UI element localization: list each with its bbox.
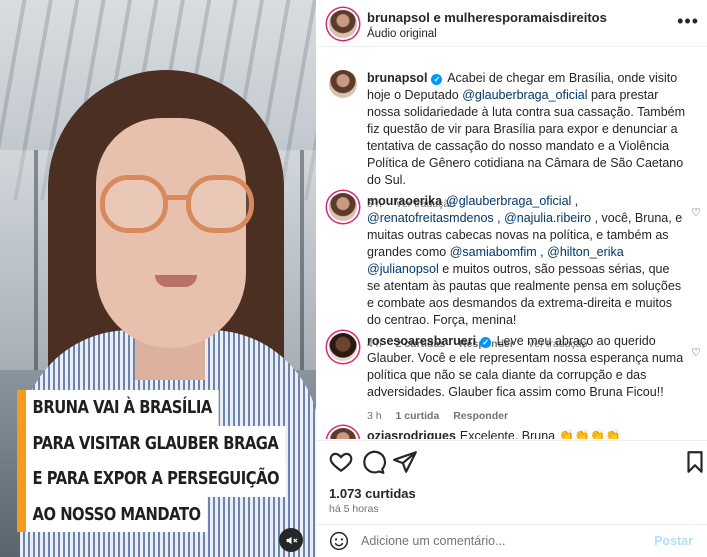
heart-icon[interactable] [328,449,354,475]
comment-text-segment: Excelente, Bruna 👏👏👏👏 [459,429,621,439]
emoji-icon[interactable] [329,531,349,551]
audio-label[interactable]: Áudio original [367,27,607,42]
comment-mention[interactable]: @glauberbraga_oficial [446,194,571,208]
comment-username[interactable]: mouraoerika [367,194,442,208]
post-actions: 1.073 curtidas há 5 horas [316,440,707,524]
likes-count[interactable]: 1.073 curtidas [329,486,416,501]
comment-mention[interactable]: @hilton_erika [547,245,624,259]
more-options-icon: ••• [677,11,699,31]
comment-text-segment: , [493,211,505,225]
speaker-face [96,118,246,348]
caption-mention[interactable]: @glauberbraga_oficial [462,88,587,102]
caption-line: E PARA EXPOR A PERSEGUIÇÃO [26,461,286,497]
heart-icon: ♡ [691,207,701,219]
mute-button[interactable] [279,528,303,552]
avatar[interactable] [329,10,357,38]
verified-badge-icon: ✓ [480,337,492,348]
comment-time: 3 h [367,410,382,422]
comment-username[interactable]: rosesoaresbarueri [367,334,476,348]
comment-like-button[interactable]: ♡ [691,346,701,359]
video-caption: BRUNA VAI À BRASÍLIA PARA VISITAR GLAUBE… [17,390,316,532]
comment-mention[interactable]: @samiabomfim [450,245,537,259]
caption-line: AO NOSSO MANDATO [26,496,208,532]
bookmark-icon[interactable] [682,449,707,475]
avatar[interactable] [329,333,357,361]
speaker-mouth [155,275,197,287]
reply-button[interactable]: Responder [453,410,508,422]
caption-line: BRUNA VAI À BRASÍLIA [26,390,219,426]
caption-accent-bar [17,390,26,532]
share-icon[interactable] [392,449,418,475]
comments-list[interactable]: brunapsol ✓ Acabei de chegar em Brasília,… [316,48,707,439]
glasses-bridge [164,195,190,200]
comment-text-segment: , [536,245,548,259]
comment-icon[interactable] [360,449,386,475]
comment-mention[interactable]: @najulia.ribeiro [504,211,591,225]
comment-input[interactable] [361,534,641,548]
comment-text-segment: , [571,194,579,208]
more-options-button[interactable]: ••• [677,12,699,30]
avatar[interactable] [329,428,357,439]
comment-likes[interactable]: 1 curtida [396,410,440,422]
avatar[interactable] [329,70,357,98]
caption-text: para prestar nossa solidariedade à luta … [367,88,686,187]
post-panel: brunapsol e mulheresporamaisdireitos Áud… [316,0,707,557]
post-header: brunapsol e mulheresporamaisdireitos Áud… [316,0,707,47]
comment-text: @glauberbraga_oficial , @renatofreitasmd… [367,194,682,327]
caption-username[interactable]: brunapsol [367,71,427,85]
avatar[interactable] [329,193,357,221]
comment-text: Excelente, Bruna 👏👏👏👏 [460,429,621,439]
comment-mention[interactable]: @renatofreitasmdenos [367,211,494,225]
comment-mention[interactable]: @julianopsol [367,262,439,276]
post-button[interactable]: Postar [654,534,693,548]
add-comment-bar: Postar [316,524,707,557]
glasses-right-lens [186,175,254,233]
post-authors[interactable]: brunapsol e mulheresporamaisdireitos [367,10,607,25]
speaker-muted-icon [286,536,297,544]
reel-video[interactable]: BRUNA VAI À BRASÍLIA PARA VISITAR GLAUBE… [0,0,316,557]
comment-username[interactable]: oziasrodrigues [367,429,456,439]
post-time: há 5 horas [329,503,379,515]
caption-line: PARA VISITAR GLAUBER BRAGA [26,425,285,461]
heart-icon: ♡ [691,347,701,359]
comment-like-button[interactable]: ♡ [691,206,701,219]
glasses-left-lens [100,175,168,233]
verified-badge-icon: ✓ [431,74,443,85]
